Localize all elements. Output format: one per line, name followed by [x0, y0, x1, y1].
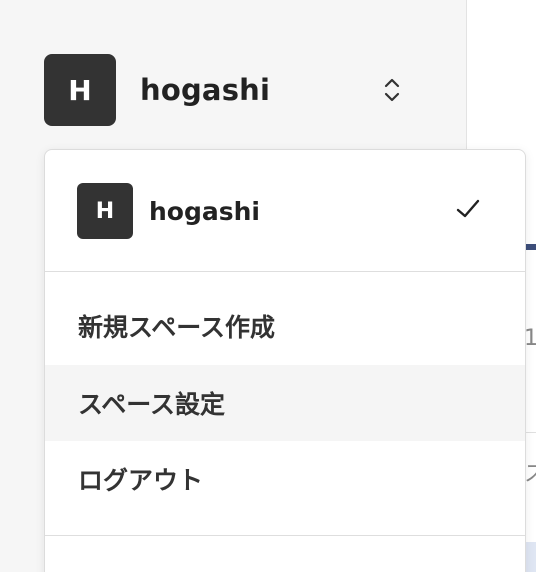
check-icon — [456, 199, 480, 218]
menu-item-label: スペース設定 — [78, 390, 226, 419]
space-switcher-button[interactable]: H hogashi — [44, 54, 424, 126]
space-name: hogashi — [140, 73, 271, 107]
menu-item-new-space[interactable]: 新規スペース作成 — [45, 288, 525, 364]
space-dropdown-menu: H hogashi 新規スペース作成 スペース設定 ログアウト — [44, 149, 526, 572]
space-avatar: H — [77, 183, 133, 239]
menu-item-logout[interactable]: ログアウト — [45, 441, 525, 517]
menu-item-label: 新規スペース作成 — [78, 313, 276, 342]
dropdown-divider — [45, 271, 525, 272]
dropdown-divider — [45, 535, 525, 536]
space-name: hogashi — [149, 196, 260, 226]
menu-item-space-settings[interactable]: スペース設定 — [45, 365, 525, 441]
dropdown-current-space[interactable]: H hogashi — [45, 150, 525, 272]
space-avatar: H — [44, 54, 116, 126]
chevron-up-down-icon — [384, 78, 400, 102]
menu-item-label: ログアウト — [78, 466, 204, 495]
